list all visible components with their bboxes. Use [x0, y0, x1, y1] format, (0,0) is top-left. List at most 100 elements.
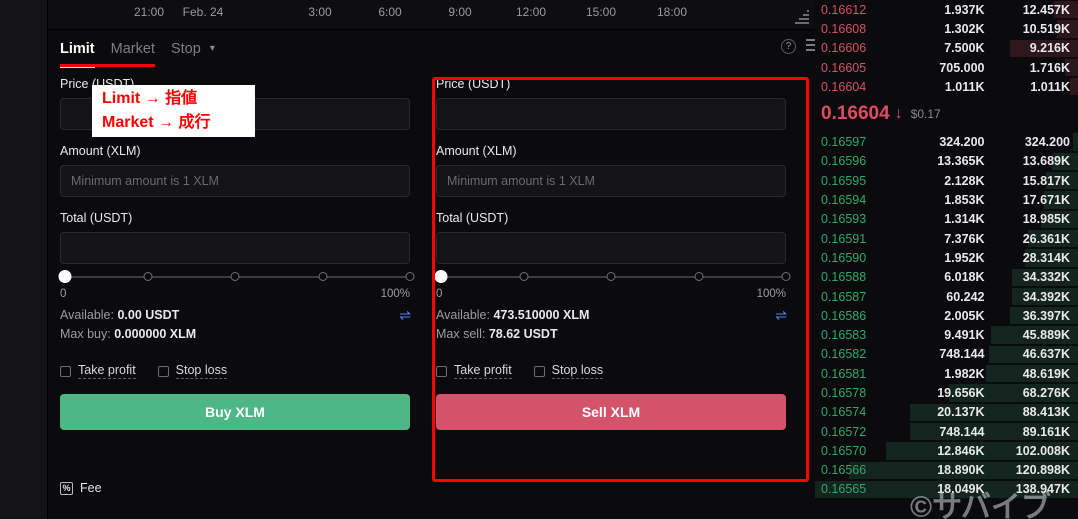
order-book-bid-row[interactable]: 0.16596 13.365K 13.689K	[815, 152, 1078, 171]
buy-take-profit-label: Take profit	[78, 363, 136, 379]
buy-amount-input[interactable]: Minimum amount is 1 XLM	[60, 165, 410, 197]
sell-slider-scale: 0 100%	[436, 288, 786, 300]
checkbox-icon[interactable]	[436, 365, 447, 377]
checkbox-icon[interactable]	[60, 365, 71, 377]
order-price: 0.16578	[821, 385, 867, 400]
sell-price-input[interactable]	[436, 98, 786, 130]
depth-bar	[1070, 78, 1078, 96]
buy-amount-field: Amount (XLM) Minimum amount is 1 XLM	[60, 144, 410, 197]
buy-slider-max: 100%	[380, 288, 410, 300]
order-total: 120.898K	[1015, 463, 1070, 478]
sell-percent-slider[interactable]	[434, 270, 791, 284]
swap-icon[interactable]: ⇌	[399, 308, 411, 322]
buy-submit-button[interactable]: Buy XLM	[60, 394, 410, 430]
order-amount: 748.144	[939, 424, 985, 439]
tab-limit[interactable]: Limit	[60, 41, 95, 68]
buy-slider-node-100[interactable]	[405, 272, 415, 281]
order-price: 0.16586	[821, 308, 867, 323]
sell-submit-button[interactable]: Sell XLM	[436, 394, 786, 430]
order-book-bid-row[interactable]: 0.16597 324.200 324.200	[815, 132, 1078, 151]
checkbox-icon[interactable]	[157, 365, 169, 377]
order-book-bid-row[interactable]: 0.16588 6.018K 34.332K	[815, 268, 1078, 287]
resize-grip-icon[interactable]	[793, 10, 809, 24]
order-amount: 18.049K	[937, 482, 985, 497]
order-book-bid-row[interactable]: 0.16583 9.491K 45.889K	[815, 325, 1078, 344]
buy-total-input[interactable]	[60, 232, 410, 264]
annotation-callout: Limit → 指値 Market → 成行	[92, 85, 255, 137]
buy-max-row: Max buy: 0.000000 XLM	[60, 327, 410, 341]
order-book-bid-row[interactable]: 0.16590 1.952K 28.314K	[815, 248, 1078, 267]
sell-slider-node-50[interactable]	[606, 272, 616, 281]
help-icon[interactable]: ?	[781, 39, 796, 54]
buy-take-profit-checkbox[interactable]: Take profit	[60, 363, 136, 379]
order-book-ask-row[interactable]: 0.16606 7.500K 9.216K	[815, 39, 1078, 58]
order-price: 0.16593	[821, 212, 867, 227]
order-price: 0.16572	[821, 424, 867, 439]
order-book-ask-row[interactable]: 0.16612 1.937K 12.457K	[815, 0, 1078, 19]
tab-market[interactable]: Market	[111, 41, 155, 59]
sell-total-input[interactable]	[436, 232, 786, 264]
order-total: 28.314K	[1022, 250, 1070, 265]
order-book-bid-row[interactable]: 0.16566 18.890K 120.898K	[815, 461, 1078, 480]
order-book-bid-row[interactable]: 0.16581 1.982K 48.619K	[815, 364, 1078, 383]
order-price: 0.16594	[821, 193, 867, 208]
order-total: 89.161K	[1022, 424, 1070, 439]
buy-slider-node-25[interactable]	[143, 272, 152, 281]
annotation-underline	[60, 64, 155, 67]
order-book-ask-row[interactable]: 0.16604 1.011K 1.011K	[815, 77, 1078, 96]
order-book-bid-row[interactable]: 0.16593 1.314K 18.985K	[815, 210, 1078, 229]
sell-take-profit-checkbox[interactable]: Take profit	[436, 363, 512, 379]
sell-amount-label: Amount (XLM)	[436, 144, 517, 158]
sell-slider-node-100[interactable]	[781, 272, 791, 281]
order-price: 0.16605	[821, 60, 867, 75]
order-book-bid-row[interactable]: 0.16572 748.144 89.161K	[815, 422, 1078, 441]
order-book-bid-row[interactable]: 0.16587 60.242 34.392K	[815, 287, 1078, 306]
tab-stop[interactable]: Stop ▾	[171, 41, 215, 59]
order-price: 0.16570	[821, 443, 867, 458]
sell-slider-node-25[interactable]	[519, 272, 528, 281]
buy-slider-knob[interactable]	[58, 270, 72, 283]
order-book-ask-row[interactable]: 0.16605 705.000 1.716K	[815, 58, 1078, 77]
order-book-ask-row[interactable]: 0.16608 1.302K 10.519K	[815, 19, 1078, 38]
checkbox-icon[interactable]	[533, 365, 545, 377]
order-total: 48.619K	[1022, 366, 1070, 381]
order-book-bid-row[interactable]: 0.16578 19.656K 68.276K	[815, 383, 1078, 402]
order-book-bid-row[interactable]: 0.16574 20.137K 88.413K	[815, 403, 1078, 422]
time-tick: 12:00	[515, 5, 547, 19]
order-book-bid-row[interactable]: 0.16586 2.005K 36.397K	[815, 306, 1078, 325]
order-amount: 60.242	[946, 289, 985, 304]
buy-slider-scale: 0 100%	[60, 288, 410, 300]
order-total: 1.716K	[1029, 60, 1070, 75]
fee-label: Fee	[80, 481, 102, 495]
tab-stop-label: Stop	[170, 41, 201, 57]
buy-total-label: Total (USDT)	[60, 211, 133, 225]
order-type-tabs: Limit Market Stop ▾	[60, 41, 215, 68]
sell-slider-knob[interactable]	[434, 270, 448, 283]
sell-amount-input[interactable]: Minimum amount is 1 XLM	[436, 165, 786, 197]
order-total: 88.413K	[1022, 405, 1070, 420]
sell-stop-loss-checkbox[interactable]: Stop loss	[533, 363, 604, 379]
order-book-bid-row[interactable]: 0.16591 7.376K 26.361K	[815, 229, 1078, 248]
order-book-bid-row[interactable]: 0.16570 12.846K 102.008K	[815, 441, 1078, 460]
order-book-bid-row[interactable]: 0.16582 748.144 46.637K	[815, 345, 1078, 364]
buy-percent-slider[interactable]	[58, 270, 415, 284]
sell-max-label: Max sell:	[436, 327, 486, 341]
swap-icon[interactable]: ⇌	[775, 308, 787, 322]
order-total: 17.671K	[1022, 193, 1070, 208]
buy-slider-node-75[interactable]	[318, 272, 327, 281]
order-total: 68.276K	[1022, 385, 1070, 400]
order-price: 0.16608	[821, 21, 867, 36]
order-book-bid-row[interactable]: 0.16565 18.049K 138.947K	[815, 480, 1078, 499]
buy-slider-node-50[interactable]	[230, 272, 240, 281]
order-total: 10.519K	[1022, 21, 1070, 36]
order-book-bid-row[interactable]: 0.16595 2.128K 15.817K	[815, 171, 1078, 190]
buy-stop-loss-checkbox[interactable]: Stop loss	[157, 363, 228, 379]
order-amount: 7.500K	[944, 41, 985, 56]
buy-condition-checks: Take profit Stop loss	[60, 363, 410, 379]
tab-limit-label: Limit	[60, 41, 95, 57]
order-total: 34.392K	[1022, 289, 1070, 304]
order-book-bid-row[interactable]: 0.16594 1.853K 17.671K	[815, 190, 1078, 209]
fee-row[interactable]: % Fee	[60, 481, 102, 495]
sell-stop-loss-label: Stop loss	[551, 363, 604, 379]
sell-slider-node-75[interactable]	[694, 272, 703, 281]
